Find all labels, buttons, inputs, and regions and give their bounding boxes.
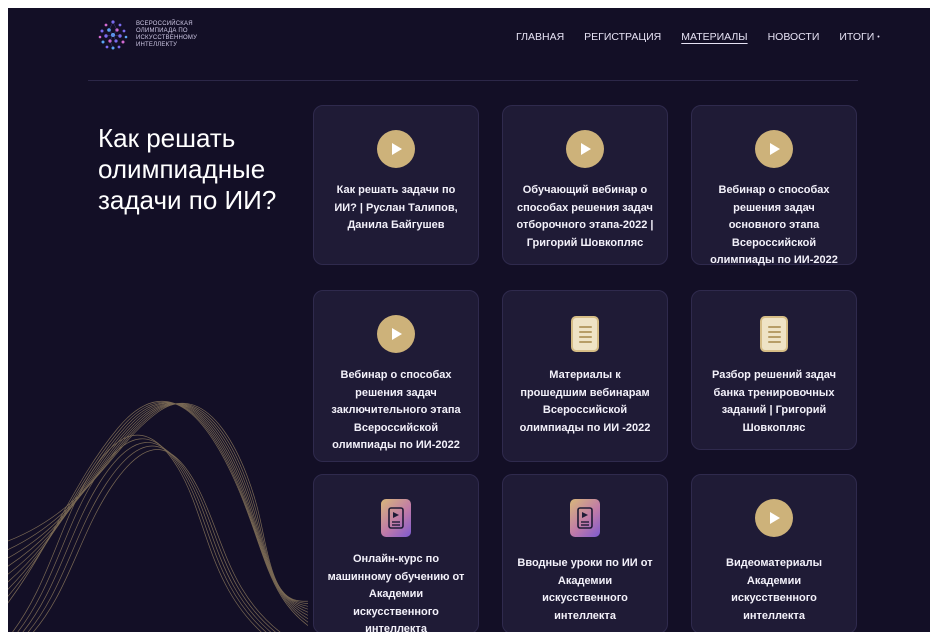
dropdown-dot-icon: • (877, 33, 880, 41)
nav-item-home[interactable]: ГЛАВНАЯ (516, 31, 564, 43)
main-navigation: ГЛАВНАЯ РЕГИСТРАЦИЯ МАТЕРИАЛЫ НОВОСТИ ИТ… (516, 31, 900, 43)
olympiad-logo[interactable]: ВСЕРОССИЙСКАЯ ОЛИМПИАДА ПО ИСКУССТВЕННОМ… (96, 18, 206, 52)
network-logo-icon (98, 20, 128, 50)
logo-text-line: ВСЕРОССИЙСКАЯ (136, 21, 193, 27)
card-title: Вводные уроки по ИИ от Академии искусств… (517, 557, 653, 622)
course-icon (381, 499, 411, 537)
nav-item-materials[interactable]: МАТЕРИАЛЫ (681, 31, 747, 43)
card-icon-wrap (755, 499, 793, 537)
material-card[interactable]: Вебинар о способах решения задач заключи… (313, 290, 479, 462)
card-title: Разбор решений задач банка тренировочных… (712, 369, 836, 434)
card-icon-wrap (755, 130, 793, 168)
card-icon-wrap (570, 499, 600, 537)
card-icon-wrap (377, 130, 415, 168)
document-icon (760, 316, 788, 352)
card-title: Материалы к прошедшим вебинарам Всеросси… (519, 369, 651, 434)
card-title: Вебинар о способах решения задач заключи… (331, 369, 461, 451)
card-icon-wrap (760, 315, 788, 353)
material-card[interactable]: Видеоматериалы Академии искусственного и… (691, 474, 857, 632)
card-icon-wrap (377, 315, 415, 353)
material-card[interactable]: Вебинар о способах решения задач основно… (691, 105, 857, 266)
play-icon (566, 130, 604, 168)
material-card[interactable]: Вводные уроки по ИИ от Академии искусств… (502, 474, 668, 632)
card-title: Как решать задачи по ИИ? | Руслан Талипо… (334, 184, 458, 231)
play-icon (377, 315, 415, 353)
nav-item-results[interactable]: ИТОГИ • (839, 31, 879, 43)
play-icon (755, 130, 793, 168)
decorative-waves (8, 400, 308, 632)
document-icon (571, 316, 599, 352)
page-frame: ВСЕРОССИЙСКАЯ ОЛИМПИАДА ПО ИСКУССТВЕННОМ… (8, 8, 930, 632)
play-icon (377, 130, 415, 168)
card-title: Онлайн-курс по машинному обучению от Ака… (327, 553, 465, 632)
material-card[interactable]: Материалы к прошедшим вебинарам Всеросси… (502, 290, 668, 462)
logo-text: ВСЕРОССИЙСКАЯ ОЛИМПИАДА ПО ИСКУССТВЕННОМ… (136, 21, 206, 49)
card-icon-wrap (381, 499, 411, 537)
material-card[interactable]: Разбор решений задач банка тренировочных… (691, 290, 857, 450)
header-divider (88, 80, 858, 81)
logo-text-line: ИСКУССТВЕННОМУ (136, 35, 198, 41)
card-icon-wrap (571, 315, 599, 353)
course-icon (570, 499, 600, 537)
material-card[interactable]: Онлайн-курс по машинному обучению от Ака… (313, 474, 479, 632)
logo-text-line: ИНТЕЛЛЕКТУ (136, 42, 178, 48)
play-icon (755, 499, 793, 537)
material-card[interactable]: Как решать задачи по ИИ? | Руслан Талипо… (313, 105, 479, 265)
material-card[interactable]: Обучающий вебинар о способах решения зад… (502, 105, 668, 265)
card-title: Обучающий вебинар о способах решения зад… (516, 184, 654, 249)
nav-item-registration[interactable]: РЕГИСТРАЦИЯ (584, 31, 661, 43)
nav-item-results-label: ИТОГИ (839, 31, 875, 43)
card-icon-wrap (566, 130, 604, 168)
card-title: Вебинар о способах решения задач основно… (710, 184, 838, 266)
logo-text-line: ОЛИМПИАДА ПО (136, 28, 188, 34)
card-title: Видеоматериалы Академии искусственного и… (726, 557, 822, 622)
nav-item-news[interactable]: НОВОСТИ (768, 31, 820, 43)
page-title: Как решать олимпиадные задачи по ИИ? (98, 123, 277, 216)
